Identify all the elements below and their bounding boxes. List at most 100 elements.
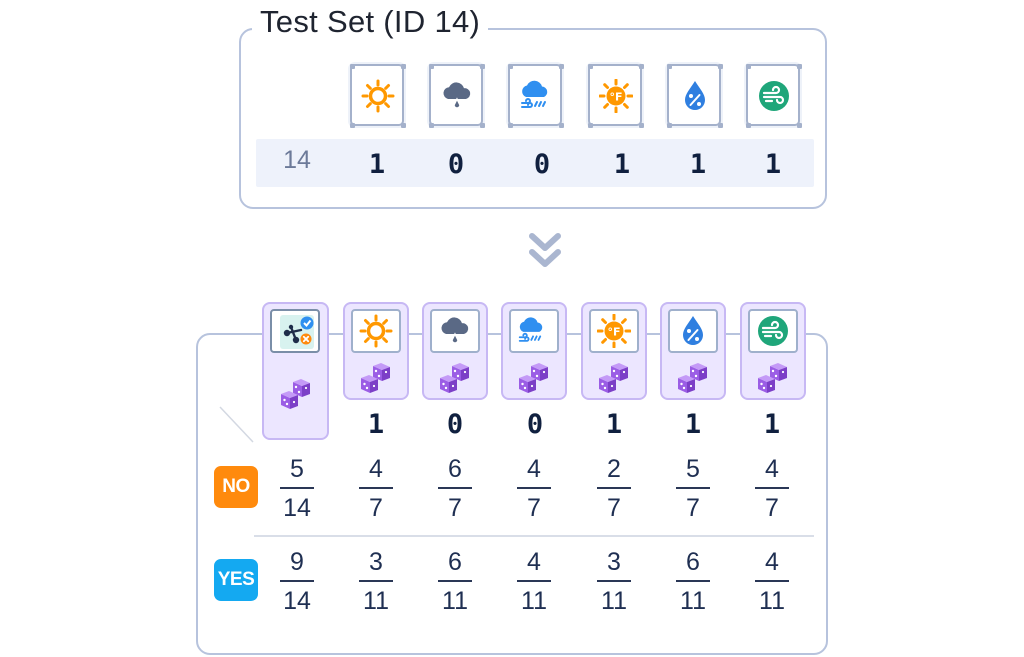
card-corner (797, 64, 802, 69)
humidity-drop-icon (683, 316, 703, 345)
wind-icon (759, 81, 789, 111)
test-value-sun: 1 (368, 149, 386, 180)
card-corner (639, 123, 644, 128)
row-divider (254, 535, 814, 537)
svg-text:°F: °F (609, 91, 622, 104)
wind-icon (758, 316, 788, 346)
class-badge-yes: YES (214, 559, 258, 601)
feature-icon-card-rain (430, 309, 480, 353)
card-corner (667, 64, 672, 69)
card-corner (429, 64, 434, 69)
card-corner (639, 64, 644, 69)
card-corner (480, 123, 485, 128)
likelihood-fraction-yes-sun: 3 11 (350, 548, 402, 615)
model-value-windy-cloud: 0 (526, 409, 544, 440)
dice-icon (758, 363, 787, 393)
rain-cloud-icon (443, 82, 471, 109)
denominator: 11 (363, 587, 389, 615)
test-feature-card-humidity (667, 64, 723, 128)
card-corner (746, 64, 751, 69)
feature-icon-card-sun (351, 309, 401, 353)
card-corner (746, 123, 751, 128)
likelihood-fraction-yes-rain: 6 11 (429, 548, 481, 615)
dice-icon (599, 363, 628, 393)
numerator: 6 (448, 455, 462, 483)
card-corner (559, 64, 564, 69)
feature-column-pill-humidity (660, 302, 726, 400)
card-corner (401, 123, 406, 128)
denominator: 7 (369, 494, 383, 522)
likelihood-fraction-no-wind: 47 (746, 455, 798, 522)
feature-column-pill-temperature: °F (581, 302, 647, 400)
card-corner (718, 123, 723, 128)
windy-cloud-icon (518, 317, 543, 342)
numerator: 3 (369, 548, 383, 576)
card-corner (508, 64, 513, 69)
numerator: 4 (765, 455, 779, 483)
feature-icon-card-wind (748, 309, 798, 353)
denominator: 7 (765, 494, 779, 522)
likelihood-fraction-yes-humidity: 6 11 (667, 548, 719, 615)
test-value-temperature: 1 (613, 149, 631, 180)
hot-temperature-icon: °F (599, 79, 633, 113)
humidity-drop-icon (685, 81, 705, 110)
test-value-humidity: 1 (689, 149, 707, 180)
prior-fraction-no: 5 14 (271, 455, 323, 522)
windy-cloud-icon (521, 80, 548, 108)
likelihood-fraction-no-sun: 47 (350, 455, 402, 522)
card-corner (401, 64, 406, 69)
numerator: 6 (686, 548, 700, 576)
card-corner (797, 123, 802, 128)
denominator: 11 (442, 587, 468, 615)
class-badge-no: NO (214, 466, 258, 508)
denominator: 14 (283, 587, 311, 615)
test-set-id: 14 (283, 146, 311, 174)
denominator: 11 (601, 587, 627, 615)
svg-text:°F: °F (607, 326, 620, 339)
test-feature-card-sun (350, 64, 406, 128)
feature-column-pill-windy-cloud (501, 302, 567, 400)
denominator: 7 (448, 494, 462, 522)
test-value-rain: 0 (447, 149, 465, 180)
test-feature-card-windy-cloud (508, 64, 564, 128)
likelihood-fraction-no-windy-cloud: 47 (508, 455, 560, 522)
test-value-wind: 1 (764, 149, 782, 180)
test-value-windy-cloud: 0 (533, 149, 551, 180)
likelihood-fraction-no-rain: 67 (429, 455, 481, 522)
class-column-pill (262, 302, 329, 440)
test-feature-card-temperature: °F (588, 64, 644, 128)
numerator: 4 (765, 548, 779, 576)
card-corner (350, 123, 355, 128)
prior-fraction-yes: 9 14 (271, 548, 323, 615)
numerator: 2 (607, 455, 621, 483)
likelihood-fraction-yes-windy-cloud: 4 11 (508, 548, 560, 615)
model-value-wind: 1 (763, 409, 781, 440)
likelihood-fraction-yes-wind: 4 11 (746, 548, 798, 615)
numerator: 5 (290, 455, 304, 483)
header-corner-divider (219, 406, 254, 443)
card-corner (350, 64, 355, 69)
sun-icon (361, 79, 395, 113)
numerator: 4 (369, 455, 383, 483)
play-decision-icon (280, 315, 314, 349)
feature-icon-card-humidity (668, 309, 718, 353)
denominator: 11 (680, 587, 706, 615)
card-corner (508, 123, 513, 128)
dice-icon (519, 363, 548, 393)
numerator: 5 (686, 455, 700, 483)
numerator: 4 (527, 455, 541, 483)
feature-column-pill-wind (740, 302, 806, 400)
sun-icon (359, 314, 393, 348)
numerator: 3 (607, 548, 621, 576)
dice-icon (361, 363, 390, 393)
rain-cloud-icon (441, 317, 469, 344)
denominator: 11 (759, 587, 785, 615)
dice-icon (440, 363, 469, 393)
double-chevron-down-icon (529, 233, 561, 267)
dice-icon (281, 379, 310, 409)
denominator: 7 (607, 494, 621, 522)
class-icon-card (270, 309, 320, 353)
card-corner (718, 64, 723, 69)
feature-column-pill-rain (422, 302, 488, 400)
denominator: 11 (521, 587, 547, 615)
